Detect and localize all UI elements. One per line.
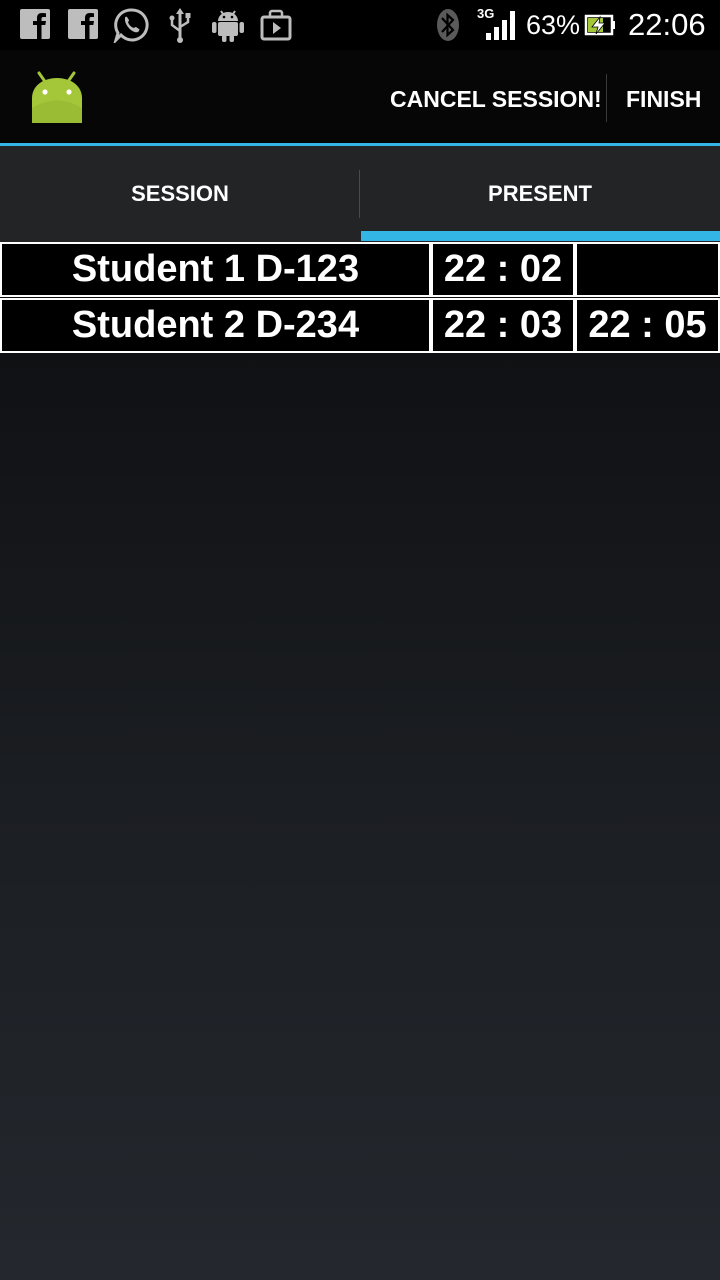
tab-session[interactable]: SESSION bbox=[0, 146, 360, 242]
usb-icon bbox=[169, 8, 191, 43]
signal-strength-icon bbox=[486, 11, 515, 40]
student-name-cell: Student 1 D-123 bbox=[0, 242, 431, 297]
tab-bar: SESSION PRESENT bbox=[0, 146, 720, 242]
facebook-icon bbox=[68, 9, 98, 39]
app-logo-icon[interactable] bbox=[28, 68, 86, 126]
tab-present[interactable]: PRESENT bbox=[360, 146, 720, 242]
time-in-cell: 22 : 02 bbox=[431, 242, 575, 297]
cancel-session-button[interactable]: CANCEL SESSION! bbox=[390, 50, 602, 143]
table-row[interactable]: Student 1 D-123 22 : 02 bbox=[0, 242, 720, 297]
time-out-cell: 22 : 05 bbox=[575, 298, 720, 353]
play-store-icon bbox=[260, 9, 292, 41]
action-divider bbox=[606, 74, 607, 122]
time-in-cell: 22 : 03 bbox=[431, 298, 575, 353]
clock: 22:06 bbox=[628, 7, 706, 42]
status-bar: 3G 63% 22:06 bbox=[0, 0, 720, 50]
android-debug-icon bbox=[212, 10, 244, 42]
finish-button[interactable]: FINISH bbox=[626, 50, 701, 143]
action-bar: CANCEL SESSION! FINISH bbox=[0, 50, 720, 143]
whatsapp-icon bbox=[113, 8, 149, 43]
battery-charging-icon bbox=[584, 14, 615, 36]
facebook-icon bbox=[20, 9, 50, 39]
time-out-cell bbox=[575, 242, 720, 297]
selected-tab-indicator bbox=[361, 231, 720, 241]
table-row[interactable]: Student 2 D-234 22 : 03 22 : 05 bbox=[0, 298, 720, 353]
student-name-cell: Student 2 D-234 bbox=[0, 298, 431, 353]
bluetooth-icon bbox=[437, 9, 459, 41]
battery-percent: 63% bbox=[526, 10, 581, 40]
